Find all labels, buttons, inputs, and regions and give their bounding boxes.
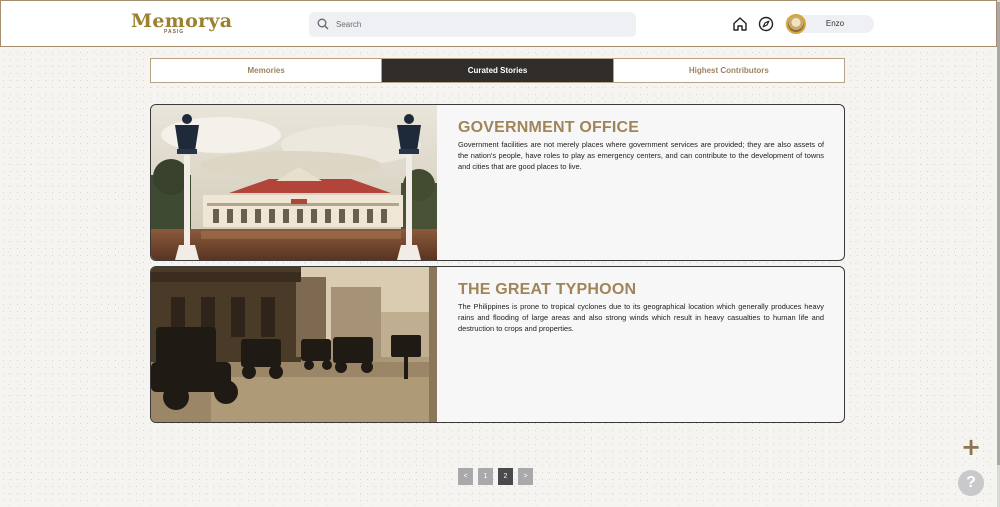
user-avatar[interactable]: [786, 14, 806, 34]
tab-highest-contributors[interactable]: Highest Contributors: [614, 59, 844, 82]
home-icon[interactable]: [732, 16, 748, 32]
story-content: GOVERNMENT OFFICE Government facilities …: [458, 119, 824, 172]
add-memory-button[interactable]: +: [958, 433, 984, 461]
search-icon: [317, 18, 329, 30]
pagination-prev-button[interactable]: <: [458, 468, 473, 485]
pagination: < 1 2 >: [458, 468, 533, 485]
story-title[interactable]: GOVERNMENT OFFICE: [458, 119, 824, 137]
pagination-page-1[interactable]: 1: [478, 468, 493, 485]
search-input[interactable]: [336, 16, 626, 33]
tab-curated-stories[interactable]: Curated Stories: [382, 59, 614, 82]
story-tabs: Memories Curated Stories Highest Contrib…: [150, 58, 845, 83]
question-icon: ?: [966, 474, 976, 491]
tab-memories[interactable]: Memories: [151, 59, 383, 82]
story-description: The Philippines is prone to tropical cyc…: [458, 302, 824, 333]
story-image-great-typhoon: [151, 267, 437, 422]
search-bar[interactable]: [309, 12, 636, 37]
story-card[interactable]: GOVERNMENT OFFICE Government facilities …: [150, 104, 845, 261]
logo-subtext: PASIG: [164, 29, 185, 35]
story-card[interactable]: THE GREAT TYPHOON The Philippines is pro…: [150, 266, 845, 423]
plus-icon: +: [960, 433, 982, 461]
story-description: Government facilities are not merely pla…: [458, 140, 824, 171]
user-name[interactable]: Enzo: [813, 19, 857, 28]
app-logo[interactable]: Memorya PASIG: [131, 10, 232, 38]
story-image-government-office: [151, 105, 437, 260]
help-button[interactable]: ?: [958, 470, 984, 496]
pagination-page-2[interactable]: 2: [498, 468, 513, 485]
story-content: THE GREAT TYPHOON The Philippines is pro…: [458, 281, 824, 334]
story-title[interactable]: THE GREAT TYPHOON: [458, 281, 824, 299]
compass-icon[interactable]: [758, 16, 774, 32]
top-header: Memorya PASIG Enzo: [0, 0, 997, 47]
pagination-next-button[interactable]: >: [518, 468, 533, 485]
